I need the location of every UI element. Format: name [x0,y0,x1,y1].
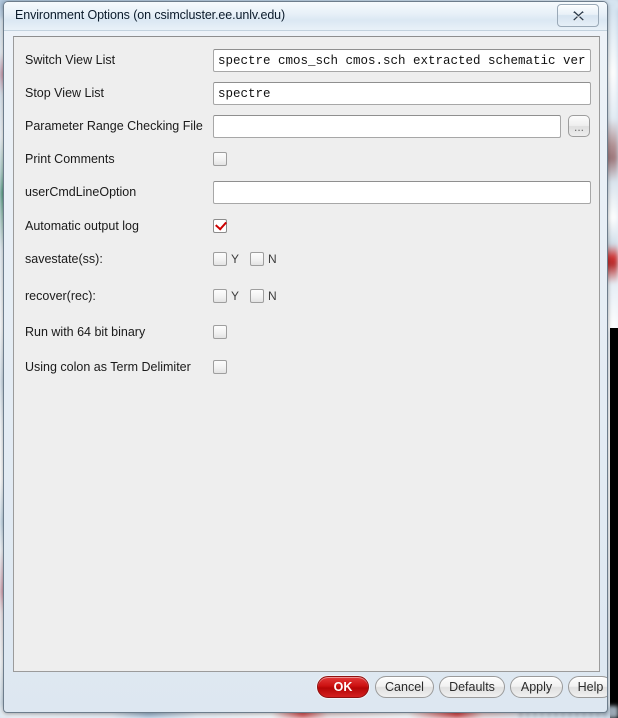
label-parameter-range-checking-file: Parameter Range Checking File [25,119,203,133]
defaults-button[interactable]: Defaults [439,676,505,698]
print-comments-checkbox[interactable] [213,152,227,166]
dialog-titlebar: Environment Options (on csimcluster.ee.u… [4,2,607,31]
run-64-bit-checkbox[interactable] [213,325,227,339]
background-right-dark-bar [610,328,618,718]
recover-no-checkbox[interactable] [250,289,264,303]
label-savestate: savestate(ss): [25,252,103,266]
cancel-button[interactable]: Cancel [375,676,434,698]
colon-term-delimiter-checkbox[interactable] [213,360,227,374]
dialog-client-area: Switch View List Stop View List Paramete… [13,36,600,672]
label-stop-view-list: Stop View List [25,86,104,100]
apply-button[interactable]: Apply [510,676,563,698]
stop-view-list-input[interactable] [213,82,591,105]
row-parameter-range-checking-file: Parameter Range Checking File ... [14,115,599,138]
row-run-64-bit: Run with 64 bit binary [14,321,599,343]
recover-yes-checkbox[interactable] [213,289,227,303]
ok-button[interactable]: OK [317,676,369,698]
automatic-output-log-checkbox[interactable] [213,219,227,233]
row-automatic-output-log: Automatic output log [14,215,599,237]
savestate-yes-label: Y [231,252,240,266]
row-switch-view-list: Switch View List [14,49,599,72]
recover-no-label: N [268,289,277,303]
label-recover: recover(rec): [25,289,96,303]
label-user-cmd-line-option: userCmdLineOption [25,185,137,199]
help-button[interactable]: Help [568,676,607,698]
row-savestate: savestate(ss): Y N [14,248,599,270]
savestate-yes-checkbox[interactable] [213,252,227,266]
label-colon-term-delimiter: Using colon as Term Delimiter [25,360,191,374]
label-print-comments: Print Comments [25,152,115,166]
dialog-title: Environment Options (on csimcluster.ee.u… [15,8,286,22]
switch-view-list-input[interactable] [213,49,591,72]
row-stop-view-list: Stop View List [14,82,599,105]
label-switch-view-list: Switch View List [25,53,116,67]
row-user-cmd-line-option: userCmdLineOption [14,181,599,204]
label-automatic-output-log: Automatic output log [25,219,139,233]
close-button[interactable] [557,4,599,27]
row-print-comments: Print Comments [14,148,599,170]
user-cmd-line-option-input[interactable] [213,181,591,204]
label-run-64-bit: Run with 64 bit binary [25,325,146,339]
browse-button[interactable]: ... [568,115,590,137]
savestate-no-label: N [268,252,277,266]
savestate-no-checkbox[interactable] [250,252,264,266]
row-colon-term-delimiter: Using colon as Term Delimiter [14,356,599,378]
close-icon [572,10,584,21]
recover-yes-label: Y [231,289,240,303]
row-recover: recover(rec): Y N [14,285,599,307]
environment-options-dialog: Environment Options (on csimcluster.ee.u… [3,1,608,713]
parameter-range-checking-file-input[interactable] [213,115,561,138]
dialog-button-bar: OK Cancel Defaults Apply Help [4,672,607,706]
